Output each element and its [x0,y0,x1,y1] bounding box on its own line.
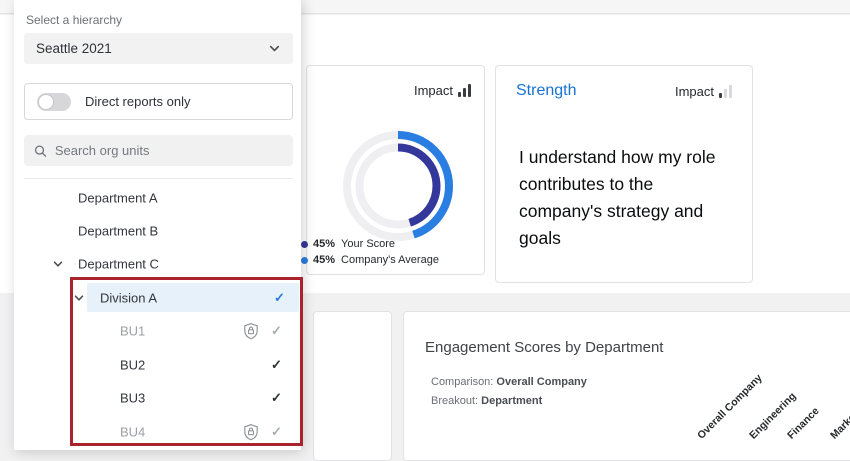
impact-label: Impact [675,84,714,99]
impact-indicator: Impact [414,83,471,98]
company-average-dot-icon [301,257,308,264]
breakout-label: Breakout: [431,395,478,407]
comparison-row: Comparison: Overall Company [431,373,587,392]
donut-legend: 45% Your Score 45% Company's Average [301,236,439,268]
comparison-value: Overall Company [496,376,586,388]
chevron-down-icon[interactable] [52,258,64,270]
tree-item-label: Department A [78,190,158,205]
tree-item-department-c[interactable]: Department C [14,247,301,280]
tree-item-label: BU3 [120,390,145,405]
check-icon: ✓ [271,424,282,440]
divider [24,178,293,179]
tree-item-bu3[interactable]: BU3 ✓ [14,381,301,414]
engagement-card-meta: Comparison: Overall Company Breakout: De… [431,373,587,411]
direct-reports-toggle-label: Direct reports only [85,94,190,109]
breakout-row: Breakout: Department [431,392,587,411]
tree-item-bu1[interactable]: BU1 ✓ [14,314,301,347]
chevron-down-icon [268,42,281,55]
engagement-card-title: Engagement Scores by Department [425,339,663,356]
breakout-value: Department [481,395,542,407]
tree-item-label: Department C [78,256,159,271]
org-units-searchbox [24,135,293,166]
shield-lock-icon [243,423,259,440]
shield-lock-icon [243,322,259,339]
strength-statement-text: I understand how my role contributes to … [519,144,735,252]
your-score-label: Your Score [341,238,395,250]
company-average-value: 45% [313,254,335,266]
tree-item-label: BU4 [120,424,145,439]
tree-item-bu2[interactable]: BU2 ✓ [14,348,301,381]
score-donut-chart [341,129,455,243]
org-units-search-input[interactable] [55,143,283,158]
check-icon: ✓ [271,323,282,339]
check-icon: ✓ [274,290,285,306]
strength-card: Strength Impact I understand how my role… [495,65,753,283]
your-score-dot-icon [301,241,308,248]
tree-item-department-a[interactable]: Department A [14,181,301,214]
tree-item-department-b[interactable]: Department B [14,214,301,247]
magnifier-icon [34,144,47,158]
tree-item-division-a[interactable]: Division A ✓ [14,281,301,314]
direct-reports-toggle[interactable] [37,93,71,111]
widget-card-partial [313,311,392,461]
legend-item-company-average: 45% Company's Average [301,252,439,268]
legend-item-your-score: 45% Your Score [301,236,439,252]
bar-chart-icon [719,85,732,98]
toggle-knob [38,94,54,110]
tree-item-label: Department B [78,223,158,238]
direct-reports-toggle-container: Direct reports only [24,83,293,120]
tree-item-label: BU1 [120,323,145,338]
engagement-scores-card: Engagement Scores by Department Comparis… [403,311,850,461]
company-average-label: Company's Average [341,254,439,266]
your-score-value: 45% [313,238,335,250]
tree-item-bu4[interactable]: BU4 ✓ [14,415,301,448]
comparison-label: Comparison: [431,376,493,388]
check-icon: ✓ [271,390,282,406]
check-icon: ✓ [271,357,282,373]
bar-chart-icon [458,84,471,97]
strength-card-title: Strength [516,82,576,100]
chevron-down-icon[interactable] [73,292,85,304]
impact-indicator: Impact [675,84,732,99]
tree-item-label: Division A [100,290,157,305]
hierarchy-dropdown[interactable]: Seattle 2021 [24,33,293,64]
impact-label: Impact [414,83,453,98]
hierarchy-selector-panel: Select a hierarchy Seattle 2021 Direct r… [14,0,301,450]
hierarchy-panel-label: Select a hierarchy [26,13,122,27]
hierarchy-dropdown-value: Seattle 2021 [36,41,268,56]
tree-item-label: BU2 [120,357,145,372]
